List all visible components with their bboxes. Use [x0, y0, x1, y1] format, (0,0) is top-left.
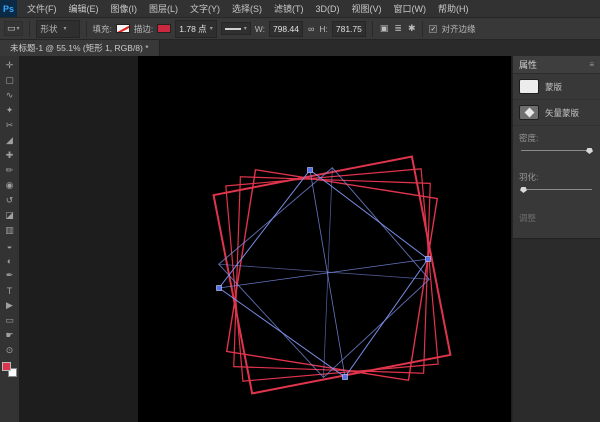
photoshop-logo: Ps	[0, 0, 17, 17]
properties-panel-title: 属性	[519, 58, 537, 71]
align-edges-label: 对齐边缘	[441, 23, 475, 35]
options-bar: ▭ ▾ 形状 ▾ 填充: 描边: 1.78 点 ▾ ▾ W: 798.44 ∞ …	[0, 18, 600, 40]
density-label: 密度:	[519, 132, 594, 144]
chevron-down-icon: ▾	[64, 25, 67, 32]
menu-layer[interactable]: 图层(L)	[143, 0, 184, 17]
menu-window[interactable]: 窗口(W)	[388, 0, 433, 17]
feather-slider[interactable]	[521, 189, 592, 190]
eyedropper-tool[interactable]: ◢	[1, 133, 18, 148]
clone-stamp-tool[interactable]: ◉	[1, 178, 18, 193]
path-arrangement-icon[interactable]: ✱	[407, 23, 417, 34]
shape-tool[interactable]: ▭	[1, 313, 18, 328]
panel-menu-icon[interactable]: ≡	[589, 60, 594, 69]
menu-select[interactable]: 选择(S)	[226, 0, 268, 17]
density-slider[interactable]	[521, 150, 592, 151]
adjust-section-label: 调整	[513, 204, 600, 238]
menu-filter[interactable]: 滤镜(T)	[268, 0, 310, 17]
document-canvas[interactable]	[138, 56, 511, 422]
menu-bar: Ps 文件(F) 编辑(E) 图像(I) 图层(L) 文字(Y) 选择(S) 滤…	[0, 0, 600, 18]
pen-tool[interactable]: ✒	[1, 268, 18, 283]
height-value: 781.75	[336, 24, 362, 34]
width-input[interactable]: 798.44	[269, 21, 303, 37]
main-area: ✛ ▢ ∿ ✦ ✂ ◢ ✚ ✏ ◉ ↺ ◪ ▥ ◒ ◐ ✒ T ▶ ▭ ☛ ⊙	[0, 56, 600, 422]
tool-mode-value: 形状	[41, 23, 58, 35]
fill-label: 填充:	[93, 23, 112, 35]
link-dimensions-icon[interactable]: ∞	[307, 24, 315, 34]
document-tab-bar: 未标题-1 @ 55.1% (矩形 1, RGB/8) *	[0, 40, 600, 56]
menu-view[interactable]: 视图(V)	[346, 0, 388, 17]
feather-label: 羽化:	[519, 171, 594, 183]
menu-type[interactable]: 文字(Y)	[184, 0, 226, 17]
vector-mask-row[interactable]: 矢量蒙版	[513, 100, 600, 126]
dodge-tool[interactable]: ◐	[1, 253, 18, 268]
chevron-down-icon: ▾	[244, 25, 247, 32]
pixel-mask-thumbnail-icon[interactable]	[519, 79, 539, 94]
chevron-down-icon: ▾	[210, 25, 213, 32]
canvas-pasteboard[interactable]	[19, 56, 512, 422]
color-swatches	[2, 362, 17, 377]
stroke-color-swatch[interactable]	[157, 24, 171, 33]
blur-tool[interactable]: ◒	[1, 238, 18, 253]
separator	[422, 21, 423, 37]
stroke-width-value: 1.78 点	[179, 23, 206, 35]
gradient-tool[interactable]: ▥	[1, 223, 18, 238]
pixel-mask-label: 蒙版	[545, 81, 562, 93]
canvas-svg	[138, 56, 511, 422]
rectangle-tool-icon: ▭	[7, 23, 16, 34]
menu-help[interactable]: 帮助(H)	[432, 0, 475, 17]
stroke-label: 描边:	[134, 23, 153, 35]
chevron-down-icon: ▾	[17, 25, 20, 32]
history-brush-tool[interactable]: ↺	[1, 193, 18, 208]
fill-color-swatch[interactable]	[116, 24, 130, 33]
path-selection-tool[interactable]: ▶	[1, 298, 18, 313]
height-input[interactable]: 781.75	[332, 21, 366, 37]
density-slider-block: 密度:	[513, 126, 600, 165]
foreground-color-swatch[interactable]	[2, 362, 11, 371]
vector-mask-label: 矢量蒙版	[545, 107, 579, 119]
tools-panel: ✛ ▢ ∿ ✦ ✂ ◢ ✚ ✏ ◉ ↺ ◪ ▥ ◒ ◐ ✒ T ▶ ▭ ☛ ⊙	[0, 56, 19, 422]
separator	[86, 21, 87, 37]
menu-edit[interactable]: 编辑(E)	[63, 0, 105, 17]
menu-image[interactable]: 图像(I)	[105, 0, 144, 17]
zoom-tool[interactable]: ⊙	[1, 343, 18, 358]
path-operations-icon[interactable]: ▣	[379, 23, 390, 34]
menu-file[interactable]: 文件(F)	[21, 0, 63, 17]
separator	[29, 21, 30, 37]
feather-slider-block: 羽化:	[513, 165, 600, 204]
lasso-tool[interactable]: ∿	[1, 88, 18, 103]
eraser-tool[interactable]: ◪	[1, 208, 18, 223]
separator	[372, 21, 373, 37]
crop-tool[interactable]: ✂	[1, 118, 18, 133]
quick-selection-tool[interactable]: ✦	[1, 103, 18, 118]
photoshop-window: Ps 文件(F) 编辑(E) 图像(I) 图层(L) 文字(Y) 选择(S) 滤…	[0, 0, 600, 422]
hand-tool[interactable]: ☛	[1, 328, 18, 343]
menu-3d[interactable]: 3D(D)	[310, 0, 346, 17]
stroke-style-line-icon	[225, 28, 241, 30]
properties-panel-header[interactable]: 属性 ≡	[513, 56, 600, 74]
type-tool[interactable]: T	[1, 283, 18, 298]
document-tab[interactable]: 未标题-1 @ 55.1% (矩形 1, RGB/8) *	[0, 40, 160, 56]
width-value: 798.44	[273, 24, 299, 34]
marquee-tool[interactable]: ▢	[1, 73, 18, 88]
properties-panel: 属性 ≡ 蒙版 矢量蒙版 密度: 羽化:	[513, 56, 600, 239]
path-alignment-icon[interactable]: ≣	[393, 23, 403, 34]
right-panel: 属性 ≡ 蒙版 矢量蒙版 密度: 羽化:	[512, 56, 600, 422]
tool-preset-picker[interactable]: ▭ ▾	[4, 21, 23, 36]
document-title: 未标题-1 @ 55.1% (矩形 1, RGB/8) *	[10, 42, 149, 54]
align-edges-checkbox[interactable]: ✓	[429, 25, 437, 33]
density-slider-thumb[interactable]	[586, 148, 593, 154]
move-tool[interactable]: ✛	[1, 58, 18, 73]
healing-brush-tool[interactable]: ✚	[1, 148, 18, 163]
stroke-style-select[interactable]: ▾	[221, 22, 251, 35]
pixel-mask-row[interactable]: 蒙版	[513, 74, 600, 100]
brush-tool[interactable]: ✏	[1, 163, 18, 178]
height-label: H:	[319, 24, 328, 34]
width-label: W:	[255, 24, 265, 34]
vector-mask-thumbnail-icon[interactable]	[519, 105, 539, 120]
feather-slider-thumb[interactable]	[520, 187, 527, 193]
tool-mode-select[interactable]: 形状 ▾	[36, 20, 80, 38]
stroke-width-field[interactable]: 1.78 点 ▾	[175, 20, 216, 38]
